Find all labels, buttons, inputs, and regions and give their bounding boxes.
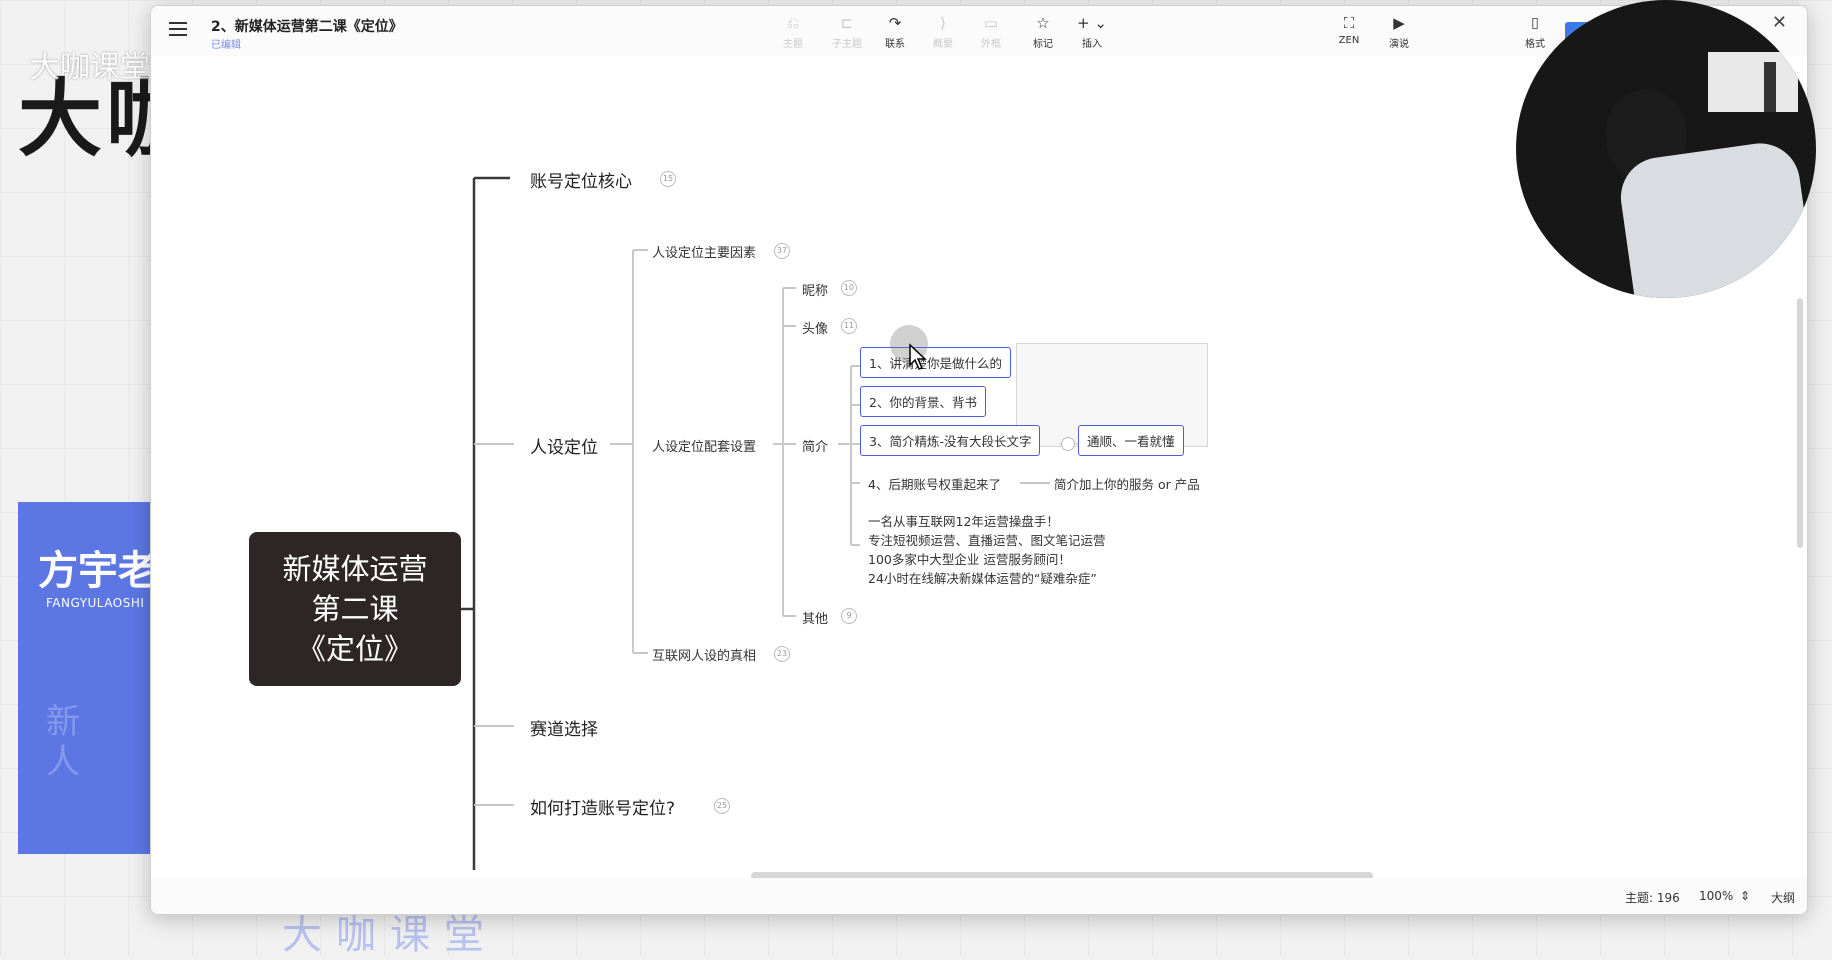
collapse-badge[interactable] [1061,437,1075,451]
topic-other[interactable]: 其他 [802,608,828,627]
webcam-shelf [1708,52,1798,112]
intro-item-1[interactable]: 1、讲清楚你是做什么的 [860,347,1011,378]
example-line: 24小时在线解决新媒体运营的“疑难杂症” [868,571,1097,586]
intro-example-block[interactable]: 一名从事互联网12年运营操盘手！ 专注短视频运营、直播运营、图文笔记运营 100… [868,512,1106,588]
topic-avatar[interactable]: 头像 [802,318,828,337]
topic-account-positioning-core[interactable]: 账号定位核心 [530,167,632,192]
collapse-badge[interactable]: 37 [774,243,790,259]
collapse-badge[interactable]: 10 [841,280,857,296]
example-line: 一名从事互联网12年运营操盘手！ [868,514,1059,529]
topic-persona-positioning[interactable]: 人设定位 [530,433,598,458]
example-line: 100多家中大型企业 运营服务顾问！ [868,552,1071,567]
topic-persona-supporting-settings[interactable]: 人设定位配套设置 [652,436,756,455]
intro-item-2[interactable]: 2、你的背景、背书 [860,386,986,417]
webcam-overlay [1516,0,1816,298]
mouse-cursor-icon [909,343,927,370]
collapse-badge[interactable]: 15 [660,171,676,187]
webcam-shelf-item [1764,62,1776,112]
collapse-badge[interactable]: 9 [841,608,857,624]
intro-item-4[interactable]: 4、后期账号权重起来了 [868,474,1001,493]
webcam-person-shirt [1615,138,1816,298]
topic-how-to-build-positioning[interactable]: 如何打造账号定位? [530,794,675,819]
intro-item-3-child[interactable]: 通顺、一看就懂 [1078,425,1184,456]
intro-item-3[interactable]: 3、简介精炼-没有大段长文字 [860,425,1041,456]
collapse-badge[interactable]: 23 [774,646,790,662]
collapse-badge[interactable]: 11 [841,318,857,334]
topic-intro[interactable]: 简介 [802,436,828,455]
topic-internet-persona-truth[interactable]: 互联网人设的真相 [652,645,756,664]
topic-track-selection[interactable]: 赛道选择 [530,715,598,740]
collapse-badge[interactable]: 25 [714,798,730,814]
example-line: 专注短视频运营、直播运营、图文笔记运营 [868,533,1106,548]
intro-item-4-child[interactable]: 简介加上你的服务 or 产品 [1054,474,1200,493]
root-topic-text: 新媒体运营 第二课 《定位》 [282,552,428,666]
topic-nickname[interactable]: 昵称 [802,280,828,299]
root-topic[interactable]: 新媒体运营 第二课 《定位》 [249,532,461,686]
topic-persona-main-factors[interactable]: 人设定位主要因素 [652,242,756,261]
